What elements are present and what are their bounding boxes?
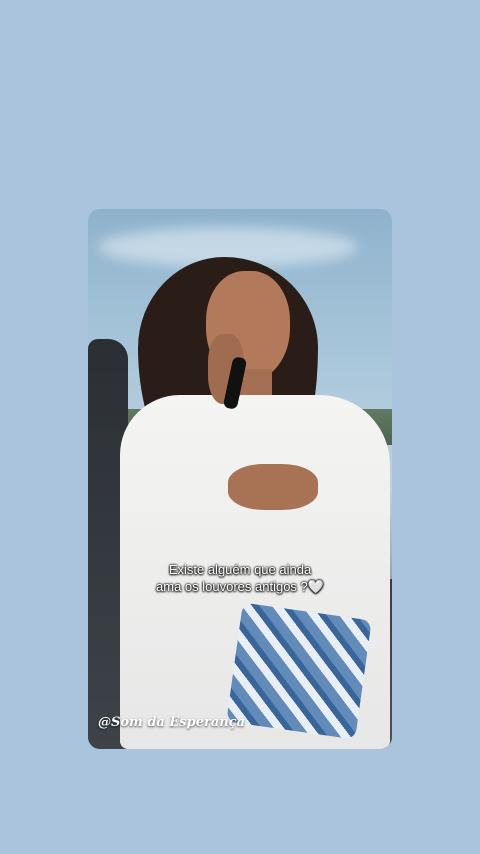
channel-watermark: @Som da Esperança [98, 715, 246, 730]
hand-on-chest [228, 464, 318, 510]
patterned-scarf [226, 602, 372, 740]
caption-line-2: ama os louvores antigos ?🤍 [156, 579, 324, 594]
story-media-card[interactable]: Existe alguém que ainda ama os louvores … [88, 209, 392, 749]
video-caption: Existe alguém que ainda ama os louvores … [88, 561, 392, 595]
caption-line-1: Existe alguém que ainda [168, 562, 312, 577]
